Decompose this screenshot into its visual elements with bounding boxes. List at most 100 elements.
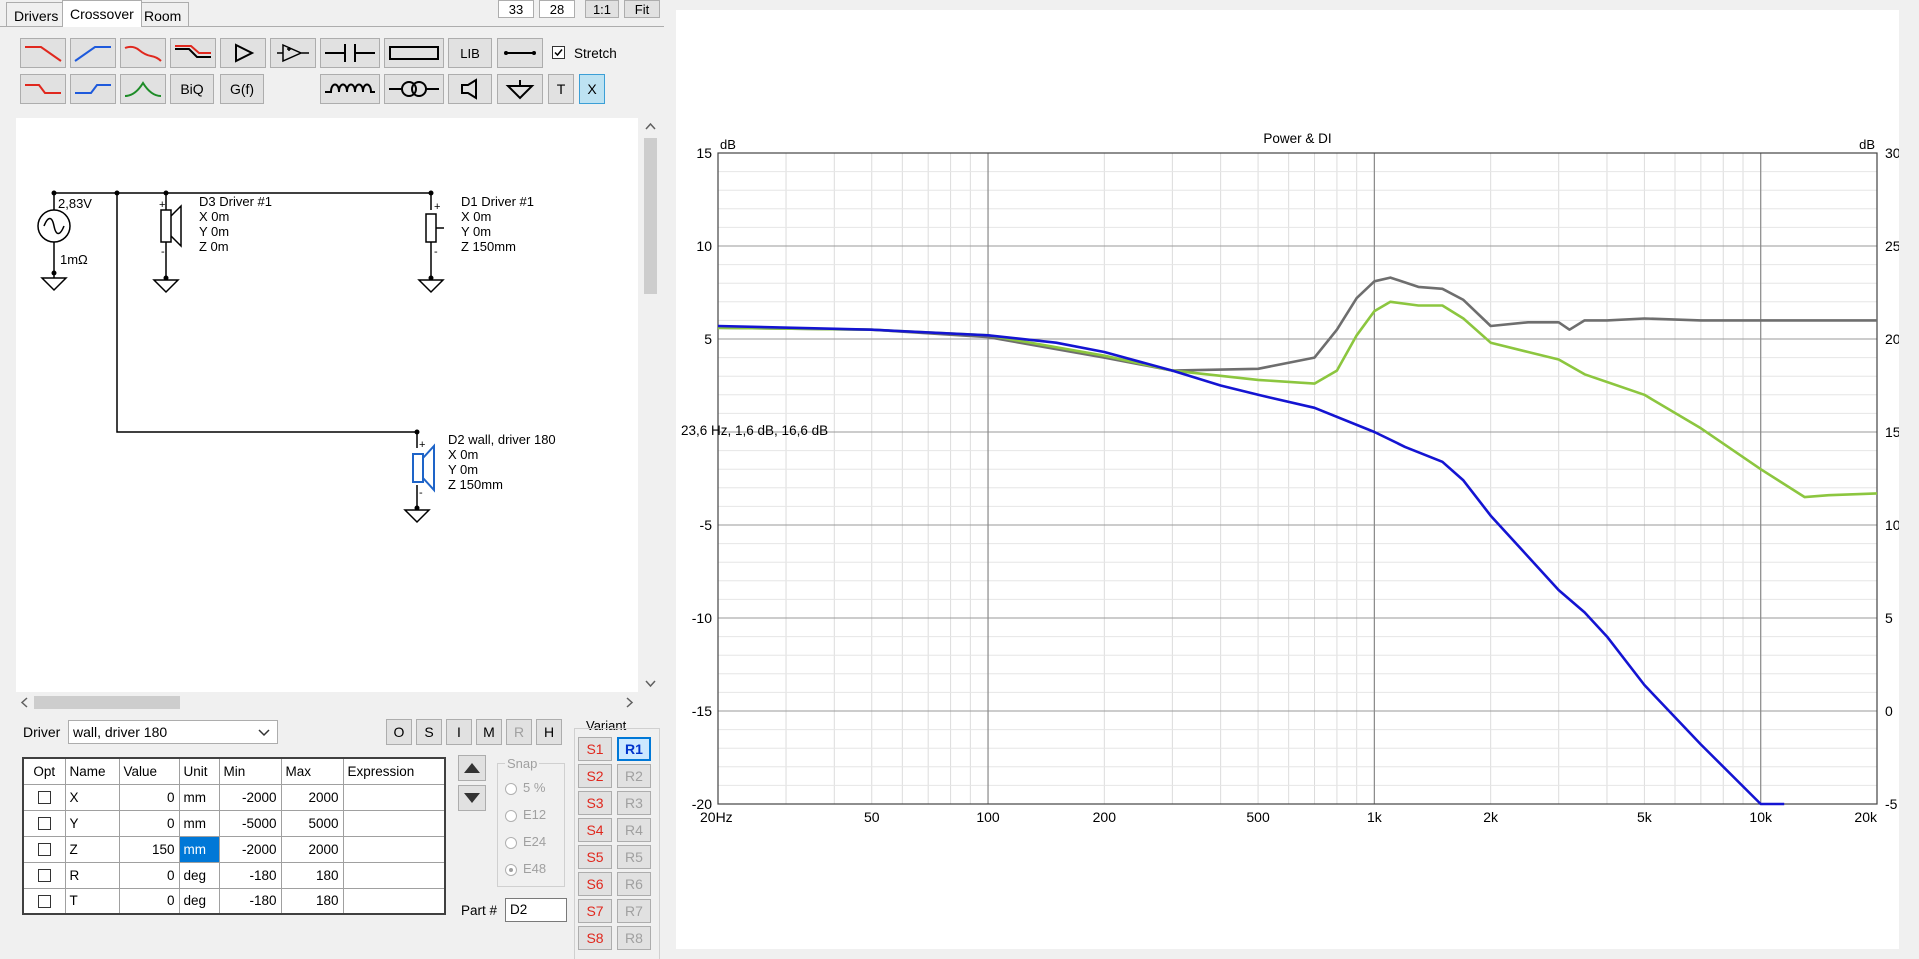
unit-cell[interactable]: deg <box>178 887 220 915</box>
opt-checkbox[interactable] <box>37 843 51 857</box>
wire-button[interactable] <box>497 38 543 68</box>
horizontal-scroll-thumb[interactable] <box>34 696 180 709</box>
variant-s6-button[interactable]: S6 <box>578 872 612 896</box>
min-cell[interactable]: -2000 <box>218 835 282 863</box>
max-cell[interactable]: 180 <box>280 887 344 915</box>
unit-cell[interactable]: mm <box>178 809 220 837</box>
mode-s-button[interactable]: S <box>416 719 442 745</box>
opt-cell[interactable] <box>22 887 66 915</box>
min-cell[interactable]: -2000 <box>218 783 282 811</box>
shelf-button[interactable] <box>170 38 216 68</box>
snap-5-percent-radio[interactable]: 5 % <box>505 780 545 795</box>
mode-h-button[interactable]: H <box>536 719 562 745</box>
expression-cell[interactable] <box>342 861 446 889</box>
transformer-button[interactable] <box>384 74 444 104</box>
snap-e12-radio[interactable]: E12 <box>505 807 546 822</box>
variant-s1-button[interactable]: S1 <box>578 737 612 761</box>
max-cell[interactable]: 2000 <box>280 783 344 811</box>
move-up-button[interactable] <box>458 755 486 781</box>
snap-e24-radio[interactable]: E24 <box>505 834 546 849</box>
power-di-chart[interactable]: 20Hz 50 100 200 500 1k 2k 5k 10k 20k-20-15-10-551… <box>676 10 1899 949</box>
x-button[interactable]: X <box>579 74 605 104</box>
resistor-button[interactable] <box>384 38 444 68</box>
biquad-button[interactable]: BiQ <box>170 74 214 104</box>
transfer-function-button[interactable]: G(f) <box>220 74 264 104</box>
value-cell[interactable]: 0 <box>118 887 180 915</box>
capacitor-button[interactable] <box>320 38 380 68</box>
mode-i-button[interactable]: I <box>446 719 472 745</box>
highpass-2-button[interactable] <box>70 74 116 104</box>
lowpass-button[interactable] <box>20 38 66 68</box>
opt-checkbox[interactable] <box>37 869 51 883</box>
variant-s7-button[interactable]: S7 <box>578 899 612 923</box>
variant-s8-button[interactable]: S8 <box>578 926 612 950</box>
mode-o-button[interactable]: O <box>386 719 412 745</box>
unit-cell[interactable]: deg <box>178 861 220 889</box>
variant-r6-button[interactable]: R6 <box>617 872 651 896</box>
expression-cell[interactable] <box>342 835 446 863</box>
variant-s5-button[interactable]: S5 <box>578 845 612 869</box>
expression-cell[interactable] <box>342 809 446 837</box>
d2-label[interactable]: D2 wall, driver 180 <box>448 432 556 447</box>
opt-checkbox[interactable] <box>37 791 51 805</box>
buffer-button[interactable] <box>270 38 316 68</box>
unit-cell-selected[interactable]: mm <box>178 835 220 863</box>
power-di-graph[interactable]: 20Hz 50 100 200 500 1k 2k 5k 10k 20k -20 -15 -10 -5 5 1… <box>676 10 1899 949</box>
variant-r4-button[interactable]: R4 <box>617 818 651 842</box>
tab-room[interactable]: Room <box>136 2 190 26</box>
variant-s3-button[interactable]: S3 <box>578 791 612 815</box>
top-value-box-2[interactable]: 28 <box>539 0 575 18</box>
library-button[interactable]: LIB <box>448 38 492 68</box>
min-cell[interactable]: -5000 <box>218 809 282 837</box>
stretch-checkbox[interactable] <box>552 46 565 59</box>
d3-label[interactable]: D3 Driver #1 <box>199 194 272 209</box>
top-value-box-1[interactable]: 33 <box>498 0 534 18</box>
notch-button[interactable] <box>120 38 166 68</box>
part-input[interactable]: D2 <box>505 898 567 922</box>
mode-r-button[interactable]: R <box>506 719 532 745</box>
table-row[interactable]: Y 0 mm -5000 5000 <box>22 809 446 837</box>
inductor-button[interactable] <box>320 74 380 104</box>
table-row[interactable]: X 0 mm -2000 2000 <box>22 783 446 811</box>
variant-r1-button[interactable]: R1 <box>617 737 651 761</box>
variant-r2-button[interactable]: R2 <box>617 764 651 788</box>
min-cell[interactable]: -180 <box>218 861 282 889</box>
tab-crossover[interactable]: Crossover <box>62 0 142 27</box>
table-row[interactable]: Z 150 mm -2000 2000 <box>22 835 446 863</box>
variant-r7-button[interactable]: R7 <box>617 899 651 923</box>
variant-r3-button[interactable]: R3 <box>617 791 651 815</box>
expression-cell[interactable] <box>342 783 446 811</box>
schematic-horizontal-scrollbar[interactable] <box>16 694 638 711</box>
d1-label[interactable]: D1 Driver #1 <box>461 194 534 209</box>
driver-dropdown[interactable]: wall, driver 180 <box>68 720 278 744</box>
value-cell[interactable]: 150 <box>118 835 180 863</box>
tab-drivers[interactable]: Drivers <box>6 2 67 26</box>
move-down-button[interactable] <box>458 785 486 811</box>
bandpass-button[interactable] <box>120 74 166 104</box>
highpass-button[interactable] <box>70 38 116 68</box>
value-cell[interactable]: 0 <box>118 783 180 811</box>
speaker-button[interactable] <box>448 74 492 104</box>
opt-cell[interactable] <box>22 861 66 889</box>
value-cell[interactable]: 0 <box>118 861 180 889</box>
opt-cell[interactable] <box>22 835 66 863</box>
t-button[interactable]: T <box>548 74 574 104</box>
mode-m-button[interactable]: M <box>476 719 502 745</box>
expression-cell[interactable] <box>342 887 446 915</box>
amplifier-button[interactable] <box>220 38 266 68</box>
min-cell[interactable]: -180 <box>218 887 282 915</box>
table-row[interactable]: T 0 deg -180 180 <box>22 887 446 915</box>
opt-cell[interactable] <box>22 783 66 811</box>
variant-r8-button[interactable]: R8 <box>617 926 651 950</box>
variant-s4-button[interactable]: S4 <box>578 818 612 842</box>
fit-button[interactable]: Fit <box>624 0 660 18</box>
lowpass-2-button[interactable] <box>20 74 66 104</box>
opt-checkbox[interactable] <box>37 817 51 831</box>
value-cell[interactable]: 0 <box>118 809 180 837</box>
variant-r5-button[interactable]: R5 <box>617 845 651 869</box>
ground-button[interactable] <box>497 74 543 104</box>
variant-s2-button[interactable]: S2 <box>578 764 612 788</box>
vertical-scroll-thumb[interactable] <box>644 138 657 294</box>
max-cell[interactable]: 180 <box>280 861 344 889</box>
schematic-canvas[interactable]: + - + - + - 2,83V 1mΩ D3 Driver #1 X 0m … <box>16 118 638 692</box>
